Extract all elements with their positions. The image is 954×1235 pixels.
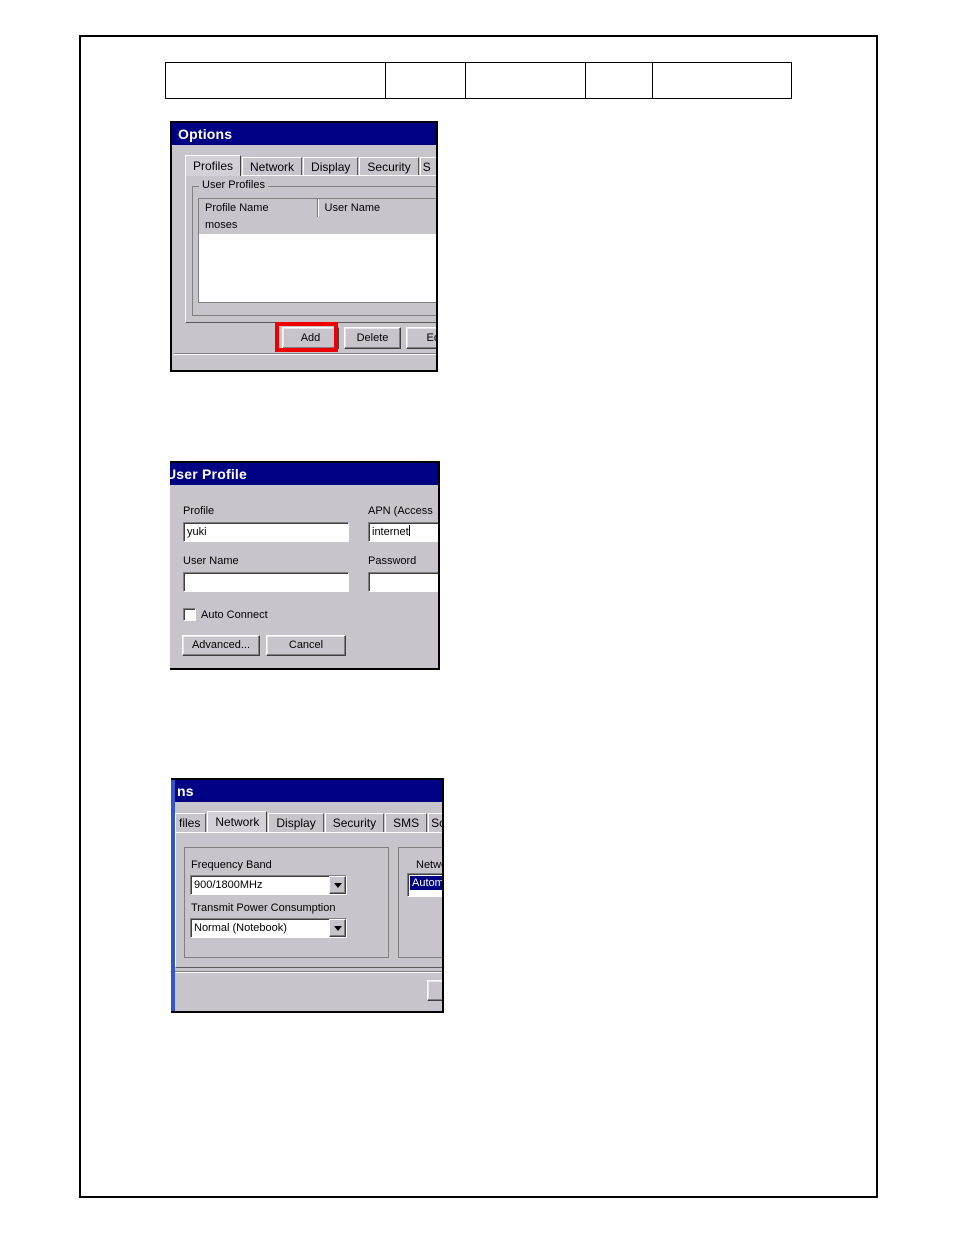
network-selection-label: Netwo [416,859,442,871]
user-name-label: User Name [183,555,239,567]
ok-button-clipped[interactable] [427,980,442,1001]
delete-button[interactable]: Delete [344,327,401,349]
edit-button[interactable]: Edi [406,327,436,349]
tab-security[interactable]: Security [359,157,419,176]
network-selection-selected-item[interactable]: Autom [410,876,442,890]
profile-label: Profile [183,505,215,517]
user-profiles-listview[interactable]: Profile Name User Name moses [198,198,436,303]
tab-security[interactable]: Security [324,813,385,832]
top-empty-table [165,62,792,99]
cell-user-name [319,217,436,234]
apn-input-value: internet [372,526,409,538]
transmit-power-label: Transmit Power Consumption [191,902,336,914]
column-header-user-name[interactable]: User Name [318,199,436,217]
tab-profiles[interactable]: files [175,813,207,832]
groupbox-label: User Profiles [199,179,268,191]
transmit-power-select[interactable]: Normal (Notebook) [190,918,347,938]
dialog-titlebar: User Profile [170,463,438,485]
tab-network[interactable]: Network [242,157,303,176]
text-caret [408,525,410,536]
table-cell [652,62,792,99]
options-network-dialog: ns files Network Display Security SMS Sc… [171,778,444,1013]
options-profiles-dialog: Options Profiles Network Display Securit… [170,121,438,372]
profile-input-value: yuki [187,526,207,538]
tab-panel-profiles: User Profiles Profile Name User Name mos… [185,175,436,323]
tabstrip: files Network Display Security SMS Sc [175,811,442,832]
chevron-down-icon[interactable] [329,919,346,937]
dialog-bottom-bar [174,353,436,370]
dialog-titlebar: ns [171,780,442,802]
tab-profiles[interactable]: Profiles [185,155,242,176]
transmit-power-value: Normal (Notebook) [194,922,287,934]
table-row [165,62,792,99]
tab-display[interactable]: Display [303,157,359,176]
chevron-down-icon[interactable] [329,876,346,894]
dialog-titlebar: Options [172,123,436,145]
listview-header: Profile Name User Name [199,199,436,217]
tab-display[interactable]: Display [268,813,324,832]
checkbox-box-icon [183,608,196,621]
tab-panel-network: Frequency Band 900/1800MHz Transmit Powe… [175,832,442,968]
table-cell [585,62,653,99]
tabstrip: Profiles Network Display Security S [185,155,436,176]
cancel-button[interactable]: Cancel [266,635,346,656]
frequency-band-select[interactable]: 900/1800MHz [190,875,347,895]
tab-sms[interactable]: SMS [385,813,428,832]
frequency-band-value: 900/1800MHz [194,879,263,891]
network-selection-listbox[interactable]: Autom [407,873,442,897]
profile-input[interactable]: yuki [183,522,349,542]
listview-row-moses[interactable]: moses [199,217,436,234]
apn-label: APN (Access [368,505,433,517]
user-name-input[interactable] [183,572,349,592]
advanced-button[interactable]: Advanced... [182,635,260,656]
password-input[interactable] [368,572,438,592]
user-profile-dialog: User Profile Profile yuki APN (Access in… [170,461,440,670]
dialog-bottom-bar [175,971,442,1009]
frequency-band-label: Frequency Band [191,859,272,871]
auto-connect-checkbox[interactable]: Auto Connect [183,608,268,621]
cell-profile-name: moses [205,219,238,231]
tab-network[interactable]: Network [207,811,268,832]
table-cell [385,62,466,99]
column-header-profile-name[interactable]: Profile Name [199,199,319,217]
tab-sms[interactable]: S [419,157,436,176]
tab-scripts[interactable]: Sc [428,813,442,832]
add-button[interactable]: Add [282,327,339,349]
table-cell [465,62,586,99]
table-cell [165,62,386,99]
auto-connect-label: Auto Connect [201,609,268,621]
apn-input[interactable]: internet [368,522,438,542]
password-label: Password [368,555,417,567]
